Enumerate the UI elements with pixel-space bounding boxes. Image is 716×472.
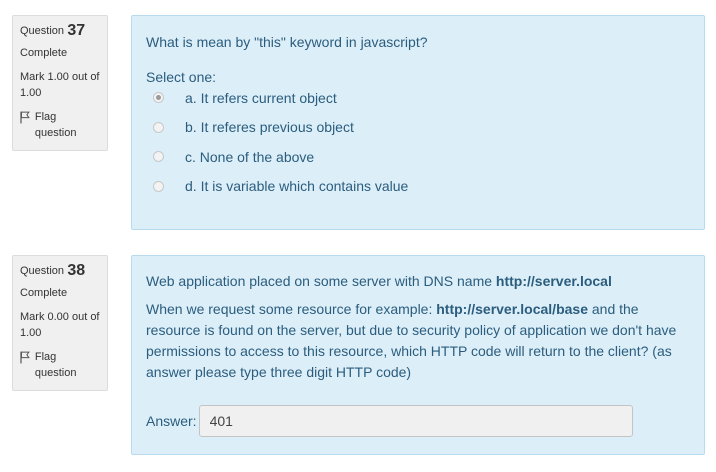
question-number: Question 38 [20, 262, 100, 279]
question-content: Web application placed on some server wi… [131, 255, 705, 455]
question-grade: Mark 1.00 out of 1.00 [20, 71, 100, 99]
question-label: Question [20, 265, 65, 277]
question-text-2-prefix: When we request some resource for exampl… [146, 301, 437, 317]
flag-icon [20, 351, 30, 364]
radio-a[interactable] [153, 92, 164, 104]
answer-input[interactable] [198, 405, 633, 437]
answer-options: a. It refers current object b. It refere… [146, 83, 690, 201]
flag-question-toggle[interactable]: Flag question [20, 349, 100, 381]
question-state: Complete [20, 47, 68, 59]
question-number: Question 37 [20, 22, 100, 39]
question-text: What is mean by "this" keyword in javasc… [146, 34, 428, 50]
answer-option-b[interactable]: b. It referes previous object [146, 113, 690, 143]
question-state: Complete [20, 287, 68, 299]
radio-b[interactable] [153, 121, 164, 133]
flag-question-toggle[interactable]: Flag question [20, 109, 100, 141]
question-grade: Mark 0.00 out of 1.00 [20, 311, 100, 339]
question-text-line-2: When we request some resource for exampl… [146, 299, 690, 383]
radio-c[interactable] [153, 151, 164, 163]
question-content: What is mean by "this" keyword in javasc… [131, 15, 705, 230]
answer-row: Answer: [146, 405, 690, 437]
option-a-label: a. It refers current object [185, 89, 337, 106]
answer-option-a[interactable]: a. It refers current object [146, 83, 690, 113]
flag-label: Flag question [34, 111, 77, 139]
server-url: http://server.local [495, 273, 612, 289]
flag-label: Flag question [34, 351, 77, 379]
option-b-label: b. It referes previous object [185, 119, 354, 136]
radio-d[interactable] [153, 180, 164, 192]
question-number-value: 37 [67, 22, 86, 39]
question-text-line-1: Web application placed on some server wi… [146, 271, 690, 292]
answer-label: Answer: [146, 413, 197, 429]
option-c-label: c. None of the above [185, 148, 315, 165]
answer-option-c[interactable]: c. None of the above [146, 142, 690, 172]
question-label: Question [20, 25, 65, 37]
flag-icon [20, 111, 30, 124]
question-info: Question 37 Complete Mark 1.00 out of 1.… [12, 15, 108, 151]
question-number-value: 38 [67, 262, 86, 279]
answer-option-d[interactable]: d. It is variable which contains value [146, 172, 690, 202]
option-d-label: d. It is variable which contains value [185, 178, 409, 195]
question-info: Question 38 Complete Mark 0.00 out of 1.… [12, 255, 108, 391]
resource-url: http://server.local/base [436, 301, 588, 317]
question-text-1: Web application placed on some server wi… [146, 273, 496, 289]
